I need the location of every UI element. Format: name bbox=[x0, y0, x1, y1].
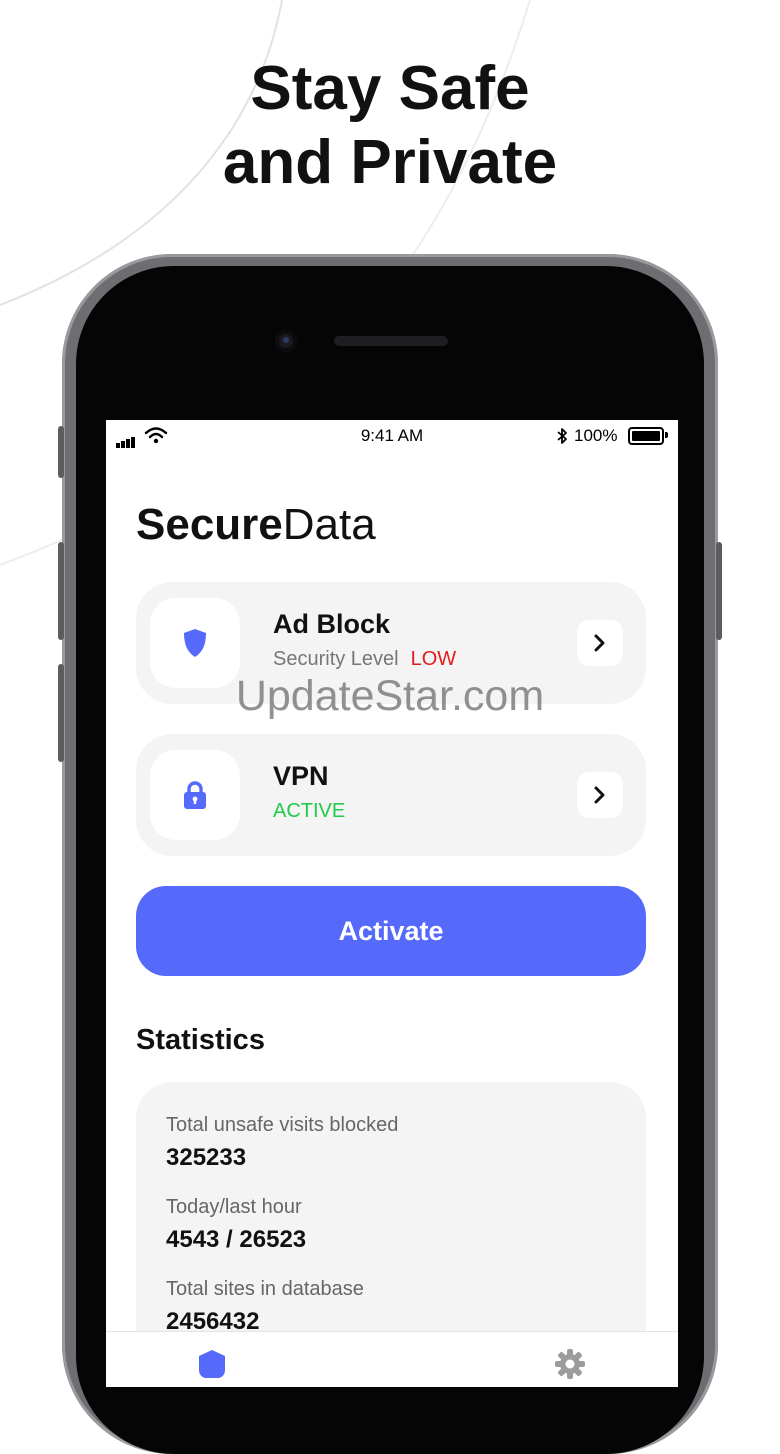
side-button-power bbox=[716, 542, 722, 640]
gear-icon bbox=[555, 1349, 585, 1379]
tab-home[interactable] bbox=[196, 1348, 228, 1385]
stat-label: Total sites in database bbox=[166, 1278, 364, 1300]
adblock-subtitle: Security Level LOW bbox=[273, 648, 456, 671]
vpn-card[interactable]: VPN ACTIVE bbox=[136, 734, 646, 856]
stat-label: Total unsafe visits blocked bbox=[166, 1114, 399, 1136]
security-level-label: Security Level bbox=[273, 648, 399, 670]
security-level-status: LOW bbox=[410, 648, 457, 670]
shield-icon bbox=[184, 629, 206, 657]
side-button-volume-up bbox=[58, 542, 64, 640]
side-button-volume-down bbox=[58, 664, 64, 762]
front-camera bbox=[275, 330, 297, 352]
bluetooth-icon bbox=[557, 428, 567, 444]
adblock-chevron-button[interactable] bbox=[577, 620, 623, 666]
stat-value: 325233 bbox=[166, 1144, 247, 1171]
earpiece-speaker bbox=[334, 336, 448, 346]
vpn-chevron-button[interactable] bbox=[577, 772, 623, 818]
phone-screen: 9:41 AM 100% SecureData Ad Block Securit… bbox=[106, 420, 678, 1387]
stat-value: 4543 / 26523 bbox=[166, 1226, 307, 1253]
vpn-status: ACTIVE bbox=[273, 800, 346, 822]
tab-bar bbox=[106, 1331, 678, 1387]
adblock-title: Ad Block bbox=[273, 609, 391, 639]
brand-regular-part: Data bbox=[282, 500, 376, 549]
activate-button[interactable]: Activate bbox=[136, 886, 646, 976]
tab-settings[interactable] bbox=[554, 1348, 586, 1385]
chevron-right-icon bbox=[594, 786, 605, 804]
battery-icon bbox=[628, 427, 668, 445]
side-button-silent bbox=[58, 426, 64, 478]
stat-label: Today/last hour bbox=[166, 1196, 302, 1218]
vpn-subtitle: ACTIVE bbox=[273, 800, 345, 823]
app-brand: SecureData bbox=[136, 500, 376, 550]
headline-line-2: and Private bbox=[222, 128, 558, 197]
headline-line-1: Stay Safe bbox=[250, 54, 530, 123]
status-bar: 9:41 AM 100% bbox=[106, 420, 678, 452]
adblock-icon-tile bbox=[150, 598, 240, 688]
chevron-right-icon bbox=[594, 634, 605, 652]
vpn-icon-tile bbox=[150, 750, 240, 840]
battery-percentage: 100% bbox=[574, 426, 618, 445]
brand-bold-part: Secure bbox=[136, 500, 283, 549]
adblock-card[interactable]: Ad Block Security Level LOW bbox=[136, 582, 646, 704]
statistics-title: Statistics bbox=[136, 1024, 265, 1056]
headline: Stay Safe and Private bbox=[0, 52, 780, 200]
lock-icon bbox=[184, 781, 206, 809]
vpn-title: VPN bbox=[273, 761, 329, 791]
shield-icon bbox=[199, 1350, 225, 1378]
